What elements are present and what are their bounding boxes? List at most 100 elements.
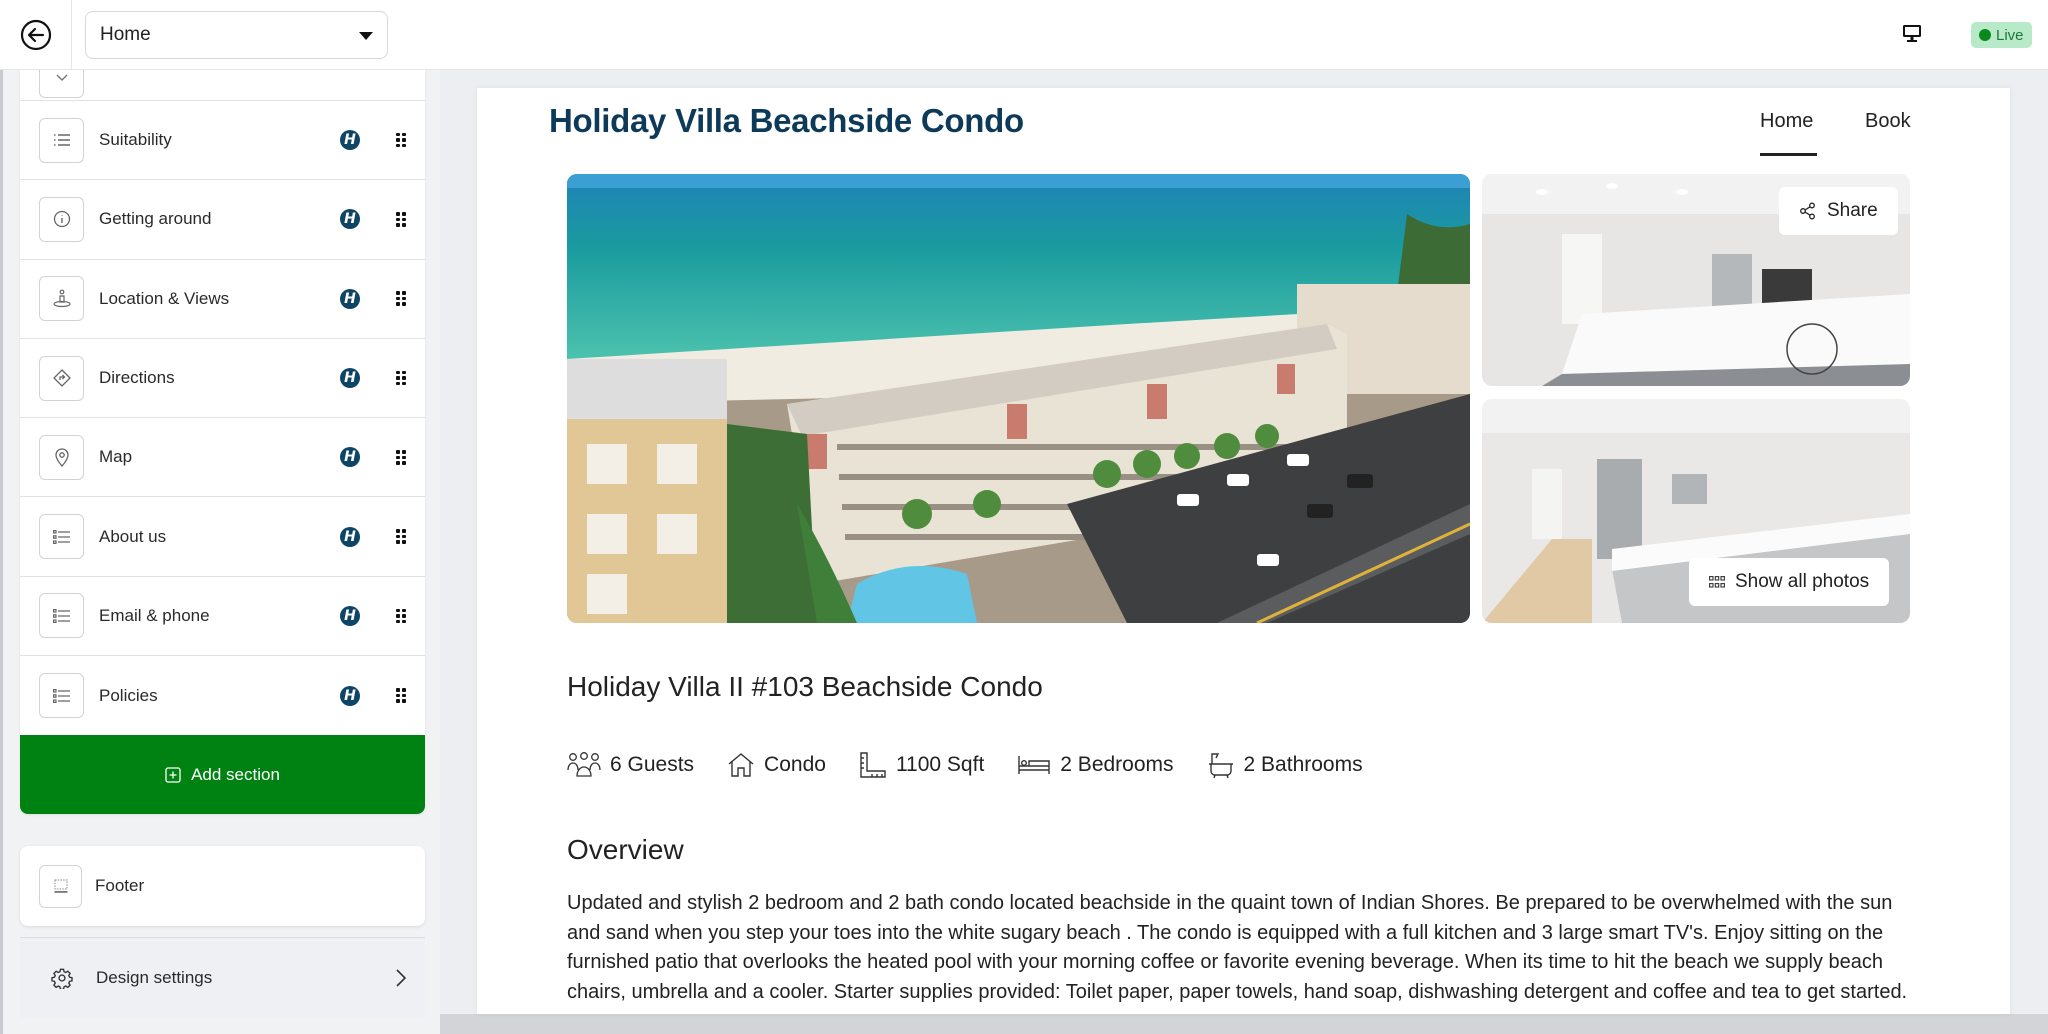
chevron-right-icon	[396, 969, 407, 987]
bathtub-icon	[1208, 753, 1233, 779]
section-icon-box	[39, 70, 84, 98]
section-item-suitability[interactable]: Suitability H	[20, 101, 425, 181]
ruler-icon	[860, 752, 886, 778]
fact-area: 1100 Sqft	[859, 751, 984, 779]
footer-label: Footer	[95, 876, 145, 895]
property-facts: 6 Guests Condo 1100 Sqft 2 Bedrooms 2 Ba…	[567, 751, 1396, 779]
section-label: Location & Views	[99, 288, 230, 308]
site-preview: Holiday Villa Beachside Condo Home Book	[477, 88, 2010, 1014]
add-section-button[interactable]: Add section	[20, 735, 425, 815]
share-label: Share	[1827, 200, 1878, 221]
bed-icon	[1018, 756, 1050, 774]
section-icon-box	[39, 593, 84, 639]
section-item-location-views[interactable]: Location & Views H	[20, 260, 425, 339]
h-badge-icon: H	[340, 288, 360, 309]
design-settings-button[interactable]: Design settings	[20, 938, 425, 1018]
fact-bedrooms: 2 Bedrooms	[1017, 753, 1174, 777]
section-label: Policies	[99, 685, 158, 705]
section-label: Map	[99, 447, 133, 467]
live-dot-icon	[1979, 29, 1991, 41]
site-title[interactable]: Holiday Villa Beachside Condo	[549, 102, 1024, 140]
fact-label: 2 Bedrooms	[1060, 753, 1174, 776]
section-icon-box	[39, 864, 82, 908]
fact-guests: 6 Guests	[567, 752, 694, 778]
person-pin-icon	[52, 289, 71, 307]
section-label: Directions	[99, 368, 175, 388]
section-icon-box	[39, 514, 84, 560]
add-section-label: Add section	[191, 764, 280, 784]
sidebar: Suitability H Getting around H Location …	[0, 70, 440, 1034]
section-icon-box	[39, 355, 84, 401]
section-label: Email & phone	[99, 605, 210, 625]
h-badge-icon: H	[340, 685, 360, 706]
section-item-directions[interactable]: Directions H	[20, 339, 425, 419]
page-selector[interactable]: Home	[85, 11, 388, 59]
share-button[interactable]: Share	[1779, 187, 1898, 235]
fact-property-type: Condo	[727, 752, 826, 778]
drag-handle-icon[interactable]	[396, 608, 406, 624]
chevron-down-icon	[56, 74, 67, 81]
aerial-photo-image	[567, 174, 1470, 623]
section-icon-box	[39, 196, 84, 242]
drag-handle-icon[interactable]	[396, 212, 406, 227]
guests-icon	[567, 752, 601, 777]
section-icon-box	[39, 434, 84, 480]
h-badge-icon: H	[340, 368, 360, 389]
page-selector-value: Home	[100, 24, 151, 45]
section-item-getting-around[interactable]: Getting around H	[20, 180, 425, 260]
section-item-email-phone[interactable]: Email & phone H	[20, 577, 425, 657]
caret-down-icon	[359, 32, 373, 40]
map-pin-icon	[54, 448, 69, 468]
back-arrow-icon	[20, 19, 51, 51]
fact-label: Condo	[764, 753, 826, 776]
drag-handle-icon[interactable]	[396, 291, 406, 306]
drag-handle-icon[interactable]	[396, 370, 406, 386]
plus-square-icon	[165, 767, 181, 783]
back-button[interactable]	[0, 0, 72, 70]
section-item-policies[interactable]: Policies H	[20, 656, 425, 735]
listing-title: Holiday Villa II #103 Beachside Condo	[567, 671, 1043, 702]
nav-home-link[interactable]: Home	[1760, 110, 1813, 133]
section-label: Getting around	[99, 209, 212, 229]
section-icon-box	[39, 117, 84, 163]
overview-text: Updated and stylish 2 bedroom and 2 bath…	[567, 892, 1908, 1003]
preview-bottom-edge	[440, 1014, 2048, 1034]
fact-label: 6 Guests	[610, 753, 695, 776]
section-item-map[interactable]: Map H	[20, 418, 425, 498]
design-settings-label: Design settings	[96, 968, 213, 987]
desktop-preview-icon[interactable]	[1901, 22, 1923, 44]
section-item-about-us[interactable]: About us H	[20, 497, 425, 577]
h-badge-icon: H	[340, 209, 360, 230]
show-all-photos-button[interactable]: Show all photos	[1689, 558, 1890, 606]
grid-icon	[1709, 576, 1725, 588]
nav-active-underline	[1760, 153, 1817, 156]
share-icon	[1800, 202, 1815, 220]
footer-section-item[interactable]: Footer	[20, 846, 425, 926]
drag-handle-icon[interactable]	[396, 450, 406, 465]
fact-bathrooms: 2 Bathrooms	[1207, 751, 1363, 779]
section-label: Suitability	[99, 130, 172, 150]
drag-handle-icon[interactable]	[396, 529, 406, 544]
live-status-badge: Live	[1971, 22, 2032, 48]
bullet-list-icon	[52, 529, 70, 544]
h-badge-icon: H	[340, 447, 360, 468]
top-bar: Home Live	[0, 0, 2048, 70]
info-icon	[53, 211, 70, 228]
drag-handle-icon[interactable]	[396, 688, 406, 703]
list-icon	[53, 134, 70, 146]
bullet-list-icon	[52, 608, 70, 623]
section-icon-box	[39, 276, 84, 322]
h-badge-icon: H	[340, 130, 360, 151]
section-icon-box	[39, 673, 84, 719]
overview-heading: Overview	[567, 834, 684, 865]
drag-handle-icon[interactable]	[396, 132, 406, 148]
nav-book-link[interactable]: Book	[1865, 110, 1911, 133]
fact-label: 2 Bathrooms	[1243, 753, 1363, 776]
section-item-activities[interactable]	[20, 70, 425, 101]
gear-icon	[51, 968, 73, 989]
fact-label: 1100 Sqft	[895, 753, 985, 776]
h-badge-icon: H	[340, 605, 360, 626]
live-label: Live	[1996, 26, 2024, 44]
main-property-photo[interactable]	[567, 174, 1470, 623]
h-badge-icon: H	[340, 526, 360, 547]
